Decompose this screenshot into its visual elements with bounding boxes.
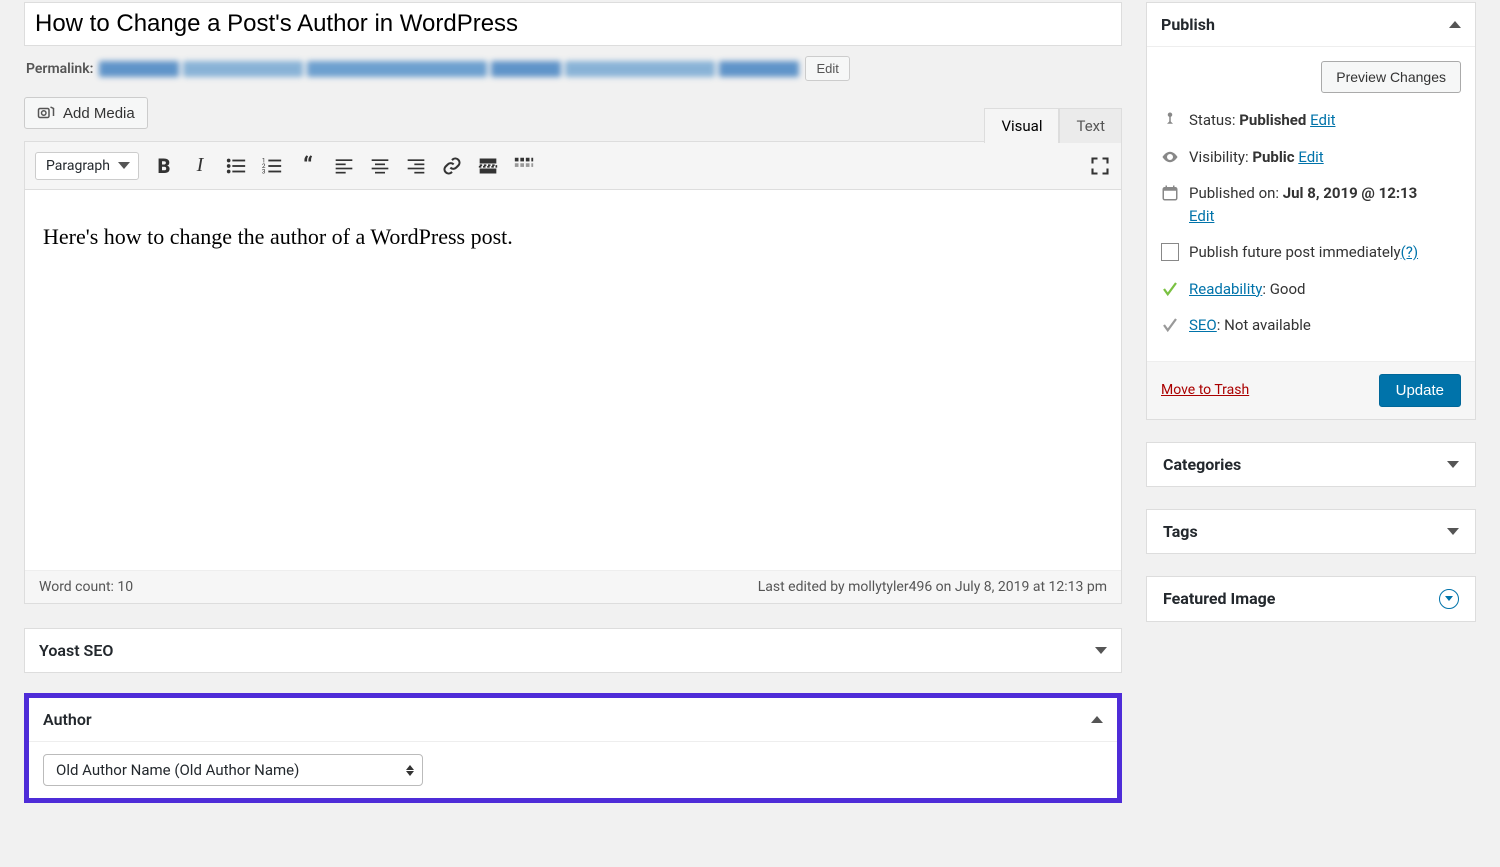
post-content[interactable]: Here's how to change the author of a Wor… xyxy=(25,190,1121,570)
chevron-up-icon[interactable] xyxy=(1449,21,1461,28)
last-edited: Last edited by mollytyler496 on July 8, … xyxy=(758,579,1107,595)
publish-title: Publish xyxy=(1161,15,1215,34)
permalink-label: Permalink: xyxy=(26,61,93,77)
yoast-seo-metabox: Yoast SEO xyxy=(24,628,1122,673)
camera-music-icon xyxy=(37,104,55,122)
author-metabox: Author Old Author Name (Old Author Name) xyxy=(24,693,1122,803)
svg-text:3: 3 xyxy=(262,167,266,175)
select-arrows-icon xyxy=(406,765,414,776)
permalink-url[interactable] xyxy=(99,58,799,80)
fullscreen-icon[interactable] xyxy=(1089,155,1111,177)
align-right-icon[interactable] xyxy=(405,155,427,177)
eye-icon xyxy=(1161,148,1179,166)
visibility-edit-link[interactable]: Edit xyxy=(1298,148,1323,166)
future-post-label: Publish future post immediately xyxy=(1189,243,1401,261)
published-on-value: Jul 8, 2019 @ 12:13 xyxy=(1283,184,1417,202)
chevron-down-icon[interactable] xyxy=(1095,647,1107,654)
bulleted-list-icon[interactable] xyxy=(225,155,247,177)
align-left-icon[interactable] xyxy=(333,155,355,177)
post-title-input[interactable] xyxy=(24,2,1122,46)
read-more-icon[interactable] xyxy=(477,155,499,177)
tab-visual[interactable]: Visual xyxy=(984,108,1059,143)
calendar-icon xyxy=(1161,184,1179,202)
chevron-down-icon xyxy=(1447,528,1459,535)
toolbar-toggle-icon[interactable] xyxy=(513,155,535,177)
chevron-down-icon xyxy=(1447,461,1459,468)
visibility-value: Public xyxy=(1252,148,1294,166)
featured-image-panel[interactable]: Featured Image xyxy=(1146,576,1476,622)
author-select[interactable]: Old Author Name (Old Author Name) xyxy=(43,754,423,786)
link-icon[interactable] xyxy=(441,155,463,177)
yoast-seo-icon xyxy=(1161,316,1179,334)
update-button[interactable]: Update xyxy=(1379,374,1461,407)
published-on-edit-link[interactable]: Edit xyxy=(1189,207,1214,225)
italic-icon[interactable]: I xyxy=(189,155,211,177)
readability-value: : Good xyxy=(1262,280,1305,298)
tags-panel[interactable]: Tags xyxy=(1146,509,1476,554)
status-edit-link[interactable]: Edit xyxy=(1310,111,1335,129)
status-label: Status: xyxy=(1189,111,1239,129)
visibility-label: Visibility: xyxy=(1189,148,1252,166)
yoast-readability-icon xyxy=(1161,280,1179,298)
editor-box: Paragraph B I 123 “ Here's how to change… xyxy=(24,141,1122,604)
chevron-up-icon[interactable] xyxy=(1091,716,1103,723)
numbered-list-icon[interactable]: 123 xyxy=(261,155,283,177)
future-help-link[interactable]: (?) xyxy=(1401,243,1418,261)
word-count: Word count: 10 xyxy=(39,579,133,595)
tab-text[interactable]: Text xyxy=(1059,108,1122,143)
publish-panel: Publish Preview Changes Status: Publishe… xyxy=(1146,2,1476,420)
pin-icon xyxy=(1161,111,1179,129)
format-select[interactable]: Paragraph xyxy=(35,152,139,180)
status-value: Published xyxy=(1239,111,1306,129)
chevron-down-icon xyxy=(1439,589,1459,609)
yoast-seo-title: Yoast SEO xyxy=(39,641,113,660)
categories-panel[interactable]: Categories xyxy=(1146,442,1476,487)
align-center-icon[interactable] xyxy=(369,155,391,177)
seo-link[interactable]: SEO xyxy=(1189,316,1217,334)
readability-link[interactable]: Readability xyxy=(1189,280,1262,298)
seo-value: : Not available xyxy=(1217,316,1311,334)
add-media-button[interactable]: Add Media xyxy=(24,97,148,129)
move-to-trash-link[interactable]: Move to Trash xyxy=(1161,382,1249,398)
quote-icon[interactable]: “ xyxy=(297,155,319,177)
author-box-title: Author xyxy=(43,710,92,729)
future-post-checkbox[interactable] xyxy=(1161,243,1179,261)
preview-changes-button[interactable]: Preview Changes xyxy=(1321,61,1461,93)
bold-icon[interactable]: B xyxy=(153,155,175,177)
permalink-edit-button[interactable]: Edit xyxy=(805,56,849,81)
published-on-label: Published on: xyxy=(1189,184,1283,202)
